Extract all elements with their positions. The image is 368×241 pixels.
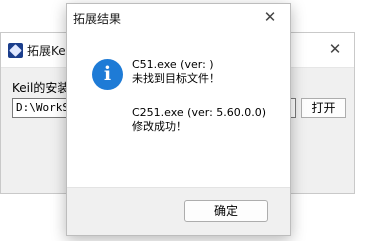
dialog-footer: 确定 <box>67 187 290 235</box>
message-line: C51.exe (ver: ) <box>132 58 214 71</box>
dialog-titlebar: 拓展结果 ✕ <box>67 4 290 30</box>
message-line: C251.exe (ver: 5.60.0.0) <box>132 106 267 119</box>
open-button[interactable]: 打开 <box>301 98 346 118</box>
main-window-title: 拓展Keil <box>27 44 69 58</box>
ok-button[interactable]: 确定 <box>184 200 268 222</box>
result-dialog: 拓展结果 ✕ i C51.exe (ver: ) 未找到目标文件！ C251.e… <box>66 3 291 236</box>
info-icon: i <box>92 59 123 90</box>
main-window-close-icon[interactable]: ✕ <box>324 40 346 58</box>
install-path-label: Keil的安装 <box>12 81 70 95</box>
message-line: 修改成功！ <box>132 120 187 133</box>
app-icon <box>8 43 23 58</box>
dialog-message: C51.exe (ver: ) 未找到目标文件！ C251.exe (ver: … <box>132 58 287 134</box>
dialog-title: 拓展结果 <box>73 12 122 26</box>
message-line: 未找到目标文件！ <box>132 72 220 85</box>
dialog-close-icon[interactable]: ✕ <box>260 7 280 27</box>
